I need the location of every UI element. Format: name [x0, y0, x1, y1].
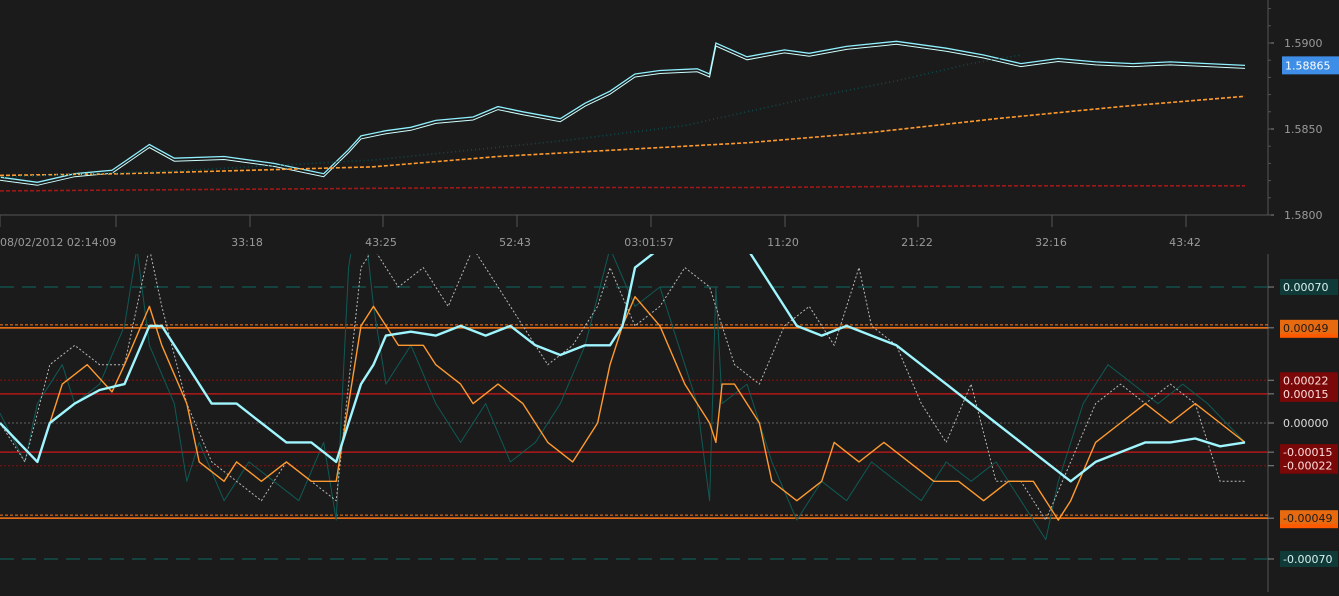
time-tick-label: 32:16	[1035, 236, 1067, 249]
time-tick-label: 33:18	[231, 236, 263, 249]
price-tick-label: 1.5900	[1284, 37, 1323, 50]
osc-level-label: 0.00000	[1283, 417, 1329, 430]
time-tick-label: 43:42	[1169, 236, 1201, 249]
osc-level-label: 0.00049	[1283, 322, 1329, 335]
time-tick-label: 11:20	[767, 236, 799, 249]
osc-level-label: -0.00015	[1283, 446, 1332, 459]
price-tick-label: 1.5800	[1284, 209, 1323, 222]
osc-level-label: -0.00070	[1283, 553, 1332, 566]
osc-level-label: 0.00022	[1283, 374, 1329, 387]
time-tick-label: 43:25	[365, 236, 397, 249]
osc-level-label: 0.00015	[1283, 388, 1329, 401]
last-price-label: 1.58865	[1285, 59, 1331, 72]
time-tick-label: 03:01:57	[624, 236, 673, 249]
osc-level-label: -0.00022	[1283, 460, 1332, 473]
chart-canvas: 1.5900 1.5850 1.5800 1.58865 08/02/2012 02:…	[0, 0, 1339, 592]
trading-chart: 1.5900 1.5850 1.5800 1.58865 08/02/2012 02:…	[0, 0, 1339, 592]
price-tick-label: 1.5850	[1284, 123, 1323, 136]
time-tick-label: 52:43	[499, 236, 531, 249]
osc-level-label: 0.00070	[1283, 281, 1329, 294]
osc-level-label: -0.00049	[1283, 512, 1332, 525]
time-tick-label: 21:22	[901, 236, 933, 249]
time-tick-label: 08/02/2012 02:14:09	[0, 236, 116, 249]
